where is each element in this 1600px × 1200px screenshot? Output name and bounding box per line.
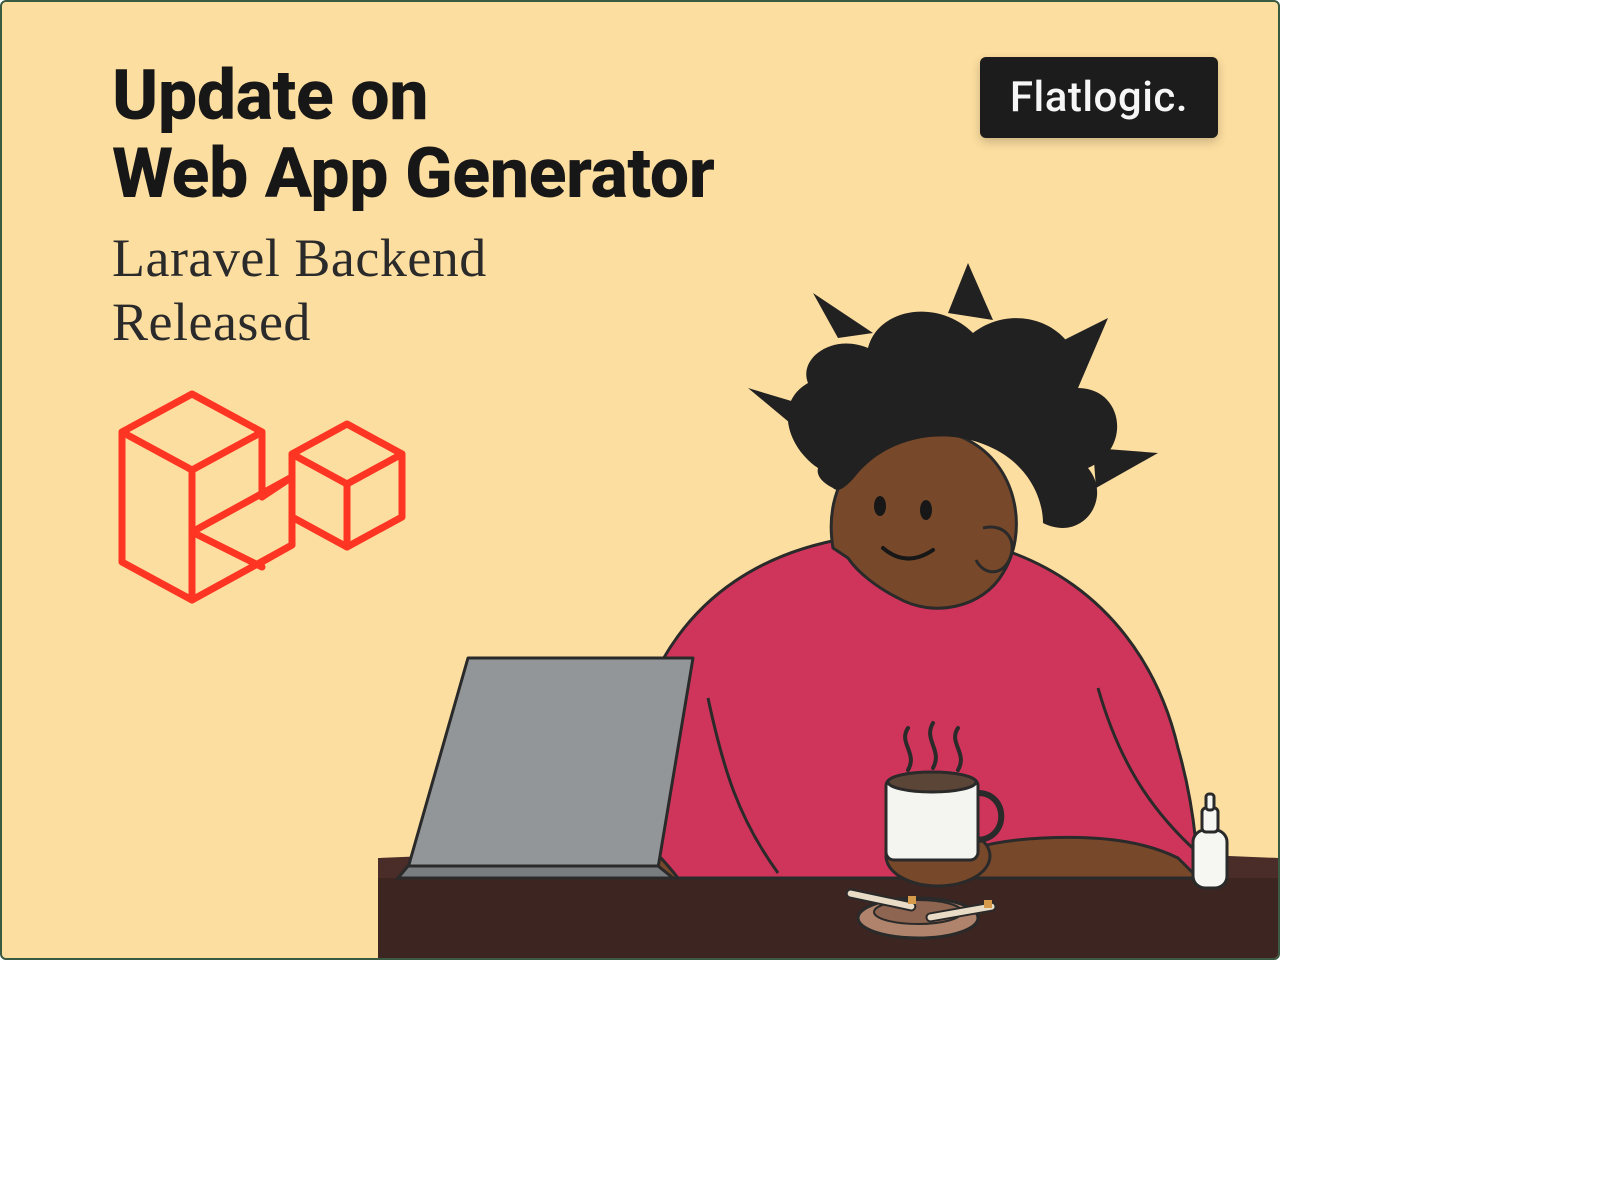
laptop-icon (398, 658, 693, 878)
laravel-logo-icon (102, 382, 412, 622)
brand-label: Flatlogic. (1010, 73, 1188, 122)
promo-card: Update on Web App Generator Laravel Back… (0, 0, 1280, 960)
main-heading: Update on Web App Generator (112, 57, 714, 214)
brand-badge: Flatlogic. (980, 57, 1218, 138)
person-illustration-icon (378, 238, 1278, 958)
heading-line-2: Web App Generator (112, 135, 714, 213)
spray-bottle-icon (1193, 794, 1227, 888)
heading-line-1: Update on (112, 57, 714, 135)
